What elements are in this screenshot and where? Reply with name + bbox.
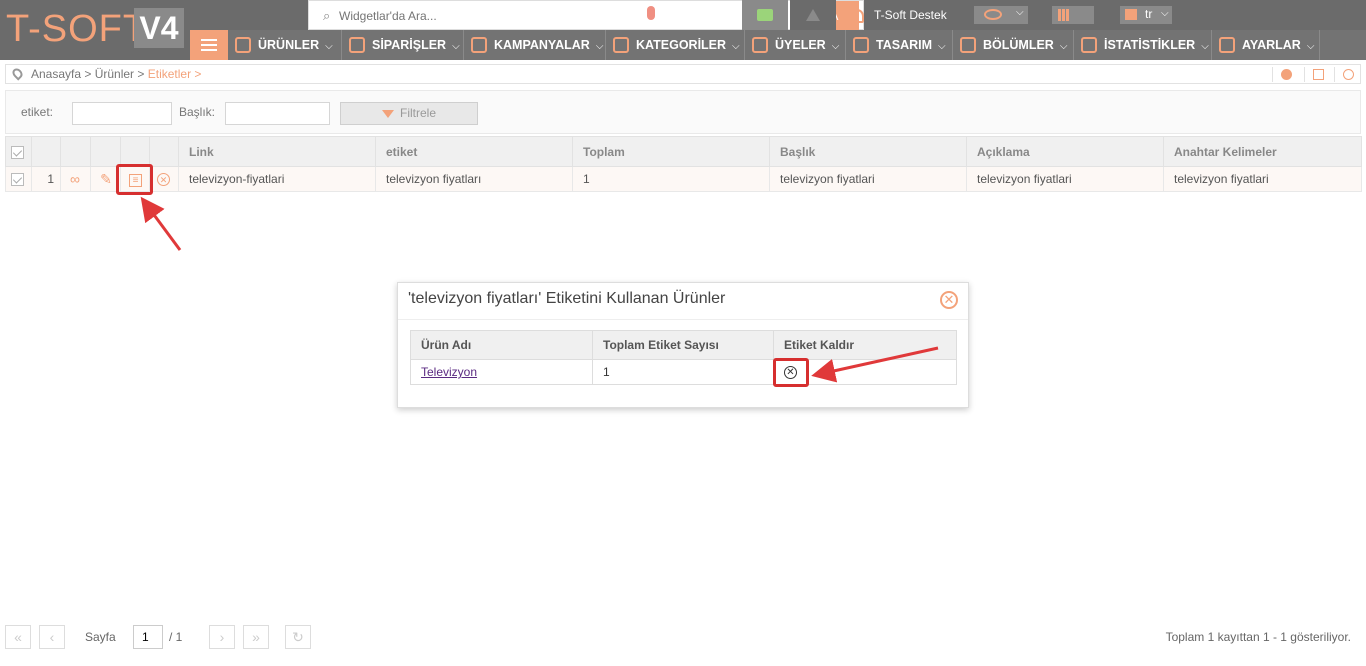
page-number-input[interactable] xyxy=(133,625,163,649)
pagination: « ‹ Sayfa / 1 › » ↻ Toplam 1 kayıttan 1 … xyxy=(5,625,1361,651)
pager-summary: Toplam 1 kayıttan 1 - 1 gösteriliyor. xyxy=(1165,630,1351,644)
arrow-to-remove-icon xyxy=(811,346,939,383)
arrow-to-products-icon xyxy=(140,196,182,251)
first-page-button[interactable]: « xyxy=(5,625,31,649)
refresh-button[interactable]: ↻ xyxy=(285,625,311,649)
next-page-button[interactable]: › xyxy=(209,625,235,649)
total-pages: / 1 xyxy=(169,630,183,644)
prev-page-button[interactable]: ‹ xyxy=(39,625,65,649)
page-label: Sayfa xyxy=(85,630,116,644)
refresh-icon: ↻ xyxy=(292,629,304,645)
annotation-arrows xyxy=(140,196,939,383)
last-page-button[interactable]: » xyxy=(243,625,269,649)
